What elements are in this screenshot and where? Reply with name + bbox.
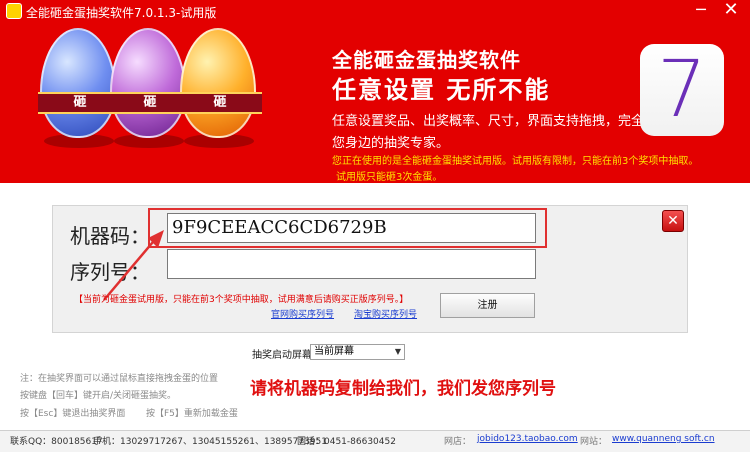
- shop-link[interactable]: jobido123.taobao.com: [477, 434, 578, 444]
- orange-egg: 砸: [178, 28, 262, 138]
- golden-eggs-illustration: 砸 砸 砸: [38, 28, 262, 178]
- banner-headline: 全能砸金蛋抽奖软件: [332, 48, 521, 72]
- window-title: 全能砸金蛋抽奖软件7.0.1.3-试用版: [26, 6, 217, 20]
- startup-screen-label: 抽奖启动屏幕: [252, 350, 312, 361]
- taobao-purchase-link[interactable]: 淘宝购买序列号: [354, 307, 417, 320]
- trial-notice-line1: 您正在使用的是全能砸金蛋抽奖试用版。试用版有限制，只能在前3个奖项中抽取。: [332, 156, 699, 167]
- contact-qq: 联系QQ：800185617: [10, 437, 103, 447]
- blue-egg: 砸: [38, 28, 122, 138]
- contact-landline: 固话：0451-86630452: [297, 437, 396, 447]
- shop-label: 网店：: [444, 437, 472, 447]
- tip-esc-key: 按【Esc】键退出抽奖界面: [20, 409, 126, 419]
- website-link[interactable]: www.quanneng soft.cn: [612, 434, 715, 444]
- panel-close-button[interactable]: ✕: [662, 210, 684, 232]
- tip-enter-key: 按键盘【回车】键开启/关闭砸蛋抽奖。: [20, 391, 177, 401]
- version-number: 7: [657, 45, 707, 135]
- purple-egg: 砸: [108, 28, 192, 138]
- contact-phone: 手机：13029717267、13045155261、13895773951: [93, 437, 327, 447]
- close-window-button[interactable]: ✕: [716, 0, 746, 22]
- trial-version-note: 【当前为砸金蛋试用版，只能在前3个奖项中抽取，试用满意后请购买正版序列号。】: [74, 295, 409, 305]
- tip-f5-key: 按【F5】重新加载金蛋: [146, 409, 238, 419]
- register-button[interactable]: 注册: [440, 293, 535, 318]
- startup-screen-value: 当前屏幕: [314, 346, 354, 357]
- version-badge-icon: 7: [640, 44, 724, 136]
- machine-code-highlight: [148, 208, 547, 248]
- copy-machine-code-message: 请将机器码复制给我们，我们发您序列号: [250, 379, 556, 399]
- egg-band-label: 砸: [178, 92, 262, 114]
- minimize-button[interactable]: ─: [686, 0, 716, 22]
- chevron-down-icon: ▼: [394, 347, 401, 356]
- banner-tagline: 您身边的抽奖专家。: [332, 136, 450, 151]
- website-label: 网站：: [580, 437, 608, 447]
- startup-screen-select[interactable]: 当前屏幕 ▼: [310, 344, 405, 360]
- app-icon: [6, 3, 22, 19]
- serial-number-field[interactable]: [167, 249, 536, 279]
- trial-notice-line2: 试用版只能砸3次金蛋。: [336, 172, 443, 183]
- banner-slogan: 任意设置 无所不能: [332, 76, 551, 104]
- official-site-purchase-link[interactable]: 官网购买序列号: [271, 307, 334, 320]
- tip-drag-eggs: 注：在抽奖界面可以通过鼠标直接拖拽金蛋的位置: [20, 374, 219, 384]
- title-bar: 全能砸金蛋抽奖软件7.0.1.3-试用版 ─ ✕: [0, 0, 750, 22]
